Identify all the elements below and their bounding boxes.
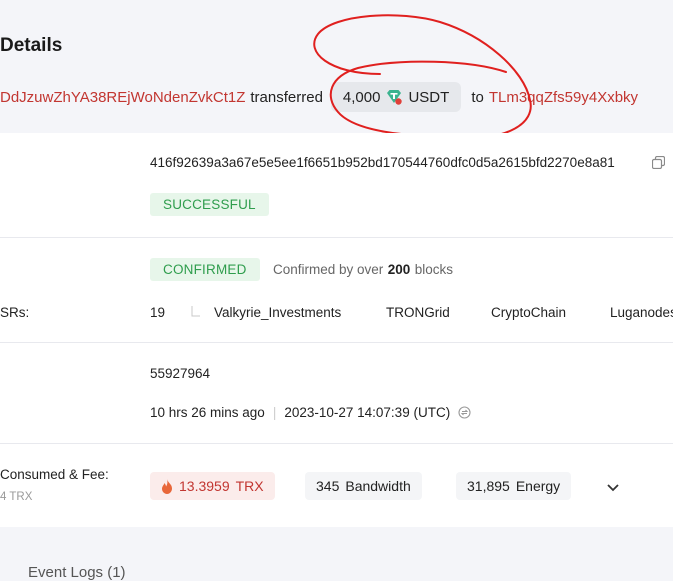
bandwidth-value: 345	[316, 478, 340, 494]
time-separator: |	[272, 405, 277, 420]
confirmed-suffix: blocks	[414, 262, 453, 277]
confirmed-prefix: Confirmed by over	[273, 262, 384, 277]
divider	[0, 443, 673, 444]
divider	[0, 237, 673, 238]
clock-convert-icon[interactable]	[458, 406, 471, 419]
confirmed-badge: CONFIRMED	[150, 258, 260, 281]
to-address-link[interactable]: TLm3qqZfs59y4Xxbky	[489, 89, 638, 106]
srs-label: SRs:	[0, 305, 30, 320]
sr-item[interactable]: CryptoChain	[491, 305, 566, 320]
token-amount: 4,000	[342, 88, 381, 106]
time-absolute: 2023-10-27 14:07:39 (UTC)	[284, 405, 451, 420]
bandwidth-chip: 345 Bandwidth	[305, 472, 422, 500]
copy-icon[interactable]	[651, 155, 666, 174]
confirmation-block: CONFIRMED Confirmed by over 200 blocks	[150, 258, 453, 281]
energy-chip: 31,895 Energy	[456, 472, 572, 500]
divider	[0, 342, 673, 343]
consumed-fee-label: Consumed & Fee:	[0, 467, 109, 482]
consumed-fee-sub: 4 TRX	[0, 491, 33, 503]
chevron-down-icon[interactable]	[606, 480, 620, 498]
tether-icon	[386, 89, 403, 105]
sr-item[interactable]: Luganodes	[610, 305, 673, 320]
bandwidth-unit: Bandwidth	[345, 478, 411, 494]
srs-count: 19	[150, 305, 166, 320]
time-relative: 10 hrs 26 mins ago	[150, 405, 265, 420]
token-amount-pill[interactable]: 4,000 USDT	[330, 82, 462, 112]
energy-unit: Energy	[515, 478, 561, 494]
corner-icon	[191, 305, 201, 323]
trx-unit: TRX	[235, 478, 264, 494]
flame-icon	[161, 478, 173, 494]
annotation-circle	[313, 14, 532, 140]
timestamp-row: 10 hrs 26 mins ago | 2023-10-27 14:07:39…	[150, 405, 471, 420]
sr-item[interactable]: TRONGrid	[386, 305, 450, 320]
transaction-hash: 416f92639a3a67e5e5ee1f6651b952bd17054476…	[150, 155, 615, 170]
page-title: Details	[0, 35, 63, 56]
transferred-label: transferred	[250, 88, 323, 106]
confirmed-count: 200	[387, 262, 411, 277]
to-label: to	[471, 88, 484, 106]
from-address-link[interactable]: DdJzuwZhYA38REjWoNdenZvkCt1Z	[0, 89, 245, 106]
trx-value: 13.3959	[179, 478, 230, 494]
energy-value: 31,895	[467, 478, 510, 494]
transfer-summary: DdJzuwZhYA38REjWoNdenZvkCt1Z transferred…	[0, 82, 638, 112]
sr-item[interactable]: Valkyrie_Investments	[214, 305, 341, 320]
block-number-link[interactable]: 55927964	[150, 366, 210, 381]
token-symbol: USDT	[408, 88, 450, 106]
result-status-badge: SUCCESSFUL	[150, 193, 269, 216]
trx-fee-chip: 13.3959 TRX	[150, 472, 275, 500]
event-logs-tab[interactable]: Event Logs (1)	[28, 564, 126, 581]
